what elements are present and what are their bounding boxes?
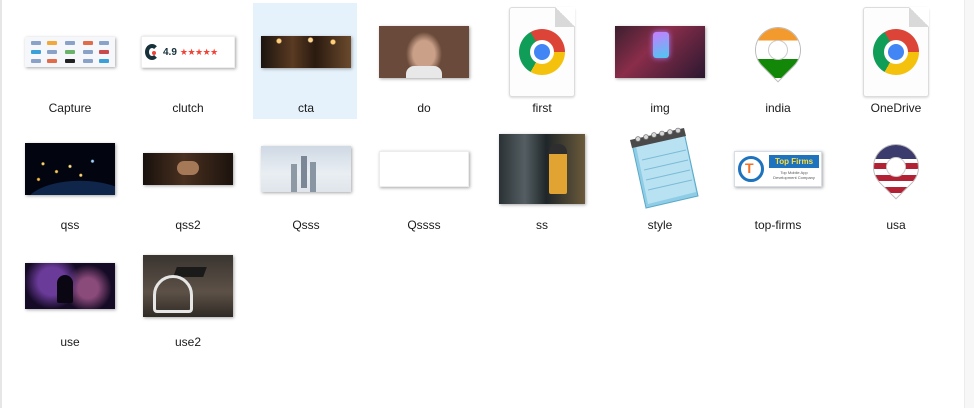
thumbnail bbox=[608, 4, 712, 100]
file-item-top-firms[interactable]: Top Firms Top Mobile App Development Com… bbox=[725, 120, 829, 236]
file-item-qss[interactable]: qss bbox=[17, 120, 121, 236]
top-firms-logo-icon bbox=[738, 156, 764, 182]
file-label: do bbox=[417, 101, 431, 115]
file-label: cta bbox=[297, 101, 314, 115]
india-flag-pin-icon bbox=[747, 19, 809, 81]
usa-flag-pin-icon bbox=[865, 136, 927, 198]
cta-thumbnail bbox=[261, 36, 351, 68]
file-label: india bbox=[765, 101, 791, 115]
file-item-qssss[interactable]: Qssss bbox=[371, 120, 475, 236]
thumbnail bbox=[18, 121, 122, 217]
file-label: use bbox=[60, 335, 80, 349]
file-label: qss bbox=[60, 218, 80, 232]
use-thumbnail bbox=[25, 263, 115, 309]
file-item-style[interactable]: style bbox=[607, 120, 711, 236]
file-item-do[interactable]: do bbox=[371, 3, 475, 119]
use2-thumbnail bbox=[143, 255, 233, 317]
top-firms-title: Top Firms bbox=[769, 155, 819, 168]
file-label: qss2 bbox=[175, 218, 201, 232]
thumbnail bbox=[608, 121, 712, 217]
clutch-thumbnail: 4.9 ★★★★★ bbox=[141, 36, 235, 68]
file-item-capture[interactable]: Capture bbox=[17, 3, 121, 119]
qss2-thumbnail bbox=[143, 153, 233, 185]
file-label: clutch bbox=[172, 101, 204, 115]
file-label: Capture bbox=[48, 101, 92, 115]
vertical-scrollbar[interactable] bbox=[964, 0, 974, 408]
notepad-icon bbox=[630, 127, 699, 209]
file-label: Qsss bbox=[292, 218, 320, 232]
thumbnail bbox=[136, 121, 240, 217]
file-item-qsss[interactable]: Qsss bbox=[253, 120, 357, 236]
thumbnail bbox=[18, 238, 122, 334]
top-firms-thumbnail: Top Firms Top Mobile App Development Com… bbox=[734, 151, 822, 187]
file-label: style bbox=[647, 218, 673, 232]
thumbnail: Top Firms Top Mobile App Development Com… bbox=[726, 121, 830, 217]
file-label: first bbox=[532, 101, 552, 115]
chrome-icon bbox=[519, 29, 565, 75]
thumbnail bbox=[372, 121, 476, 217]
file-label: Qssss bbox=[407, 218, 441, 232]
clutch-rating: 4.9 bbox=[163, 46, 177, 58]
thumbnail bbox=[136, 238, 240, 334]
file-item-usa[interactable]: usa bbox=[843, 120, 947, 236]
do-thumbnail bbox=[379, 26, 469, 78]
star-rating-icon: ★★★★★ bbox=[179, 46, 218, 57]
thumbnail bbox=[254, 121, 358, 217]
thumbnail bbox=[844, 4, 948, 100]
thumbnail bbox=[490, 4, 594, 100]
thumbnail bbox=[844, 121, 948, 217]
thumbnail bbox=[18, 4, 122, 100]
file-item-use[interactable]: use bbox=[17, 237, 121, 353]
capture-thumbnail bbox=[25, 37, 115, 67]
file-item-img[interactable]: img bbox=[607, 3, 711, 119]
file-item-use2[interactable]: use2 bbox=[135, 237, 239, 353]
top-firms-subtitle: Top Mobile App Development Company bbox=[773, 170, 815, 180]
file-label: usa bbox=[886, 218, 906, 232]
file-item-clutch[interactable]: 4.9 ★★★★★ clutch bbox=[135, 3, 239, 119]
thumbnail: 4.9 ★★★★★ bbox=[136, 4, 240, 100]
thumbnail bbox=[372, 4, 476, 100]
document-page-icon bbox=[863, 7, 929, 97]
qsss-thumbnail bbox=[261, 146, 351, 192]
window-left-border bbox=[0, 0, 2, 408]
file-label: OneDrive bbox=[870, 101, 922, 115]
qss-thumbnail bbox=[25, 143, 115, 195]
thumbnail bbox=[490, 121, 594, 217]
file-item-first[interactable]: first bbox=[489, 3, 593, 119]
file-label: ss bbox=[536, 218, 548, 232]
file-item-onedrive[interactable]: OneDrive bbox=[843, 3, 947, 119]
file-label: top-firms bbox=[754, 218, 802, 232]
clutch-logo-icon bbox=[145, 44, 159, 60]
thumbnail bbox=[726, 4, 830, 100]
qssss-thumbnail bbox=[379, 151, 469, 187]
thumbnail bbox=[254, 4, 358, 100]
file-item-cta[interactable]: cta bbox=[253, 3, 357, 119]
chrome-icon bbox=[873, 29, 919, 75]
file-item-india[interactable]: india bbox=[725, 3, 829, 119]
file-item-ss[interactable]: ss bbox=[489, 120, 593, 236]
ss-thumbnail bbox=[499, 134, 585, 204]
img-thumbnail bbox=[615, 26, 705, 78]
file-label: img bbox=[650, 101, 670, 115]
file-label: use2 bbox=[174, 335, 202, 349]
document-page-icon bbox=[509, 7, 575, 97]
file-item-qss2[interactable]: qss2 bbox=[135, 120, 239, 236]
